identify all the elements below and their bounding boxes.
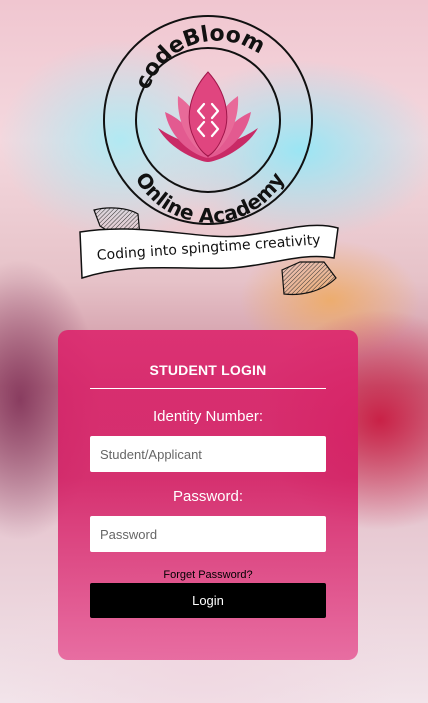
- password-label: Password:: [172, 488, 244, 505]
- academy-logo: codeBloom Online Academy Coding into spi…: [79, 15, 339, 296]
- login-card: STUDENT LOGIN Identity Number: Password:…: [58, 330, 358, 660]
- forgot-password-link[interactable]: Forget Password?: [90, 569, 326, 581]
- login-title: STUDENT LOGIN: [149, 362, 267, 378]
- login-button[interactable]: Login: [90, 583, 326, 618]
- password-input[interactable]: [90, 516, 326, 552]
- brand-subtitle: Online Academy: [131, 168, 289, 228]
- identity-label: Identity Number:: [152, 408, 264, 425]
- lotus-icon: [158, 71, 258, 162]
- title-divider: [90, 388, 326, 389]
- identity-number-input[interactable]: [90, 436, 326, 472]
